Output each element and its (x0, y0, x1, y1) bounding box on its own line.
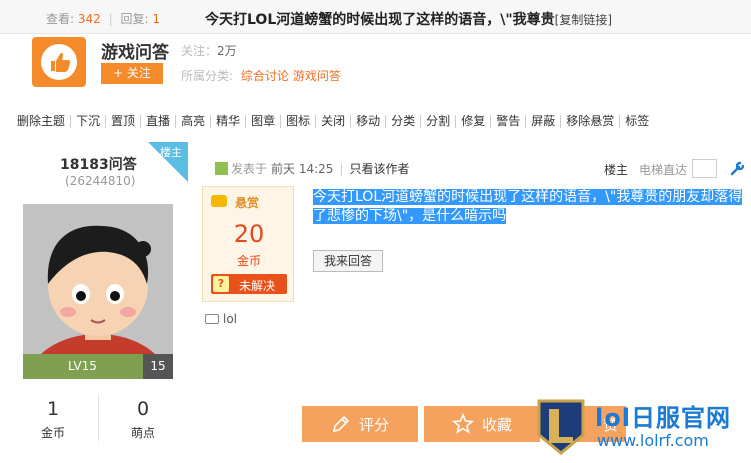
tool-pin[interactable]: 置顶 (105, 115, 140, 128)
rate-label: 评分 (358, 415, 389, 434)
only-author-link[interactable]: 只看该作者 (349, 160, 409, 177)
tool-warn[interactable]: 警告 (490, 115, 525, 128)
tool-live[interactable]: 直播 (140, 115, 175, 128)
category-link[interactable]: 综合讨论 (241, 69, 289, 83)
thread-topbar: 查看: 342 | 回复: 1 今天打LOL河道螃蟹的时候出现了这样的语音，\"… (0, 0, 751, 34)
tool-icon[interactable]: 图标 (280, 115, 315, 128)
post-content-text: 今天打LOL河道螃蟹的时候出现了这样的语音，\"我尊贵的朋友却落得了悲惨的下场\… (313, 189, 743, 224)
owner-tag: 楼主 (148, 142, 188, 182)
unsolved-badge: ? 未解决 (211, 274, 287, 294)
author-id: (26244810) (65, 174, 136, 188)
tool-tags[interactable]: 标签 (619, 115, 654, 128)
tag-icon (205, 314, 219, 324)
star-icon (452, 413, 474, 434)
views-count: 342 (77, 12, 101, 26)
tag-label: lol (223, 312, 238, 326)
pencil-icon (332, 415, 350, 433)
meta-divider: | (339, 161, 344, 176)
bounty-box: 悬赏 20 金币 ? 未解决 (202, 186, 294, 302)
unsolved-label: 未解决 (239, 279, 276, 293)
stats-divider: | (108, 12, 113, 26)
cute-points-stat: 0 萌点 (113, 398, 173, 441)
online-status-icon (215, 162, 228, 175)
forum-category: 所属分类: 综合讨论 游戏问答 (181, 67, 341, 84)
tool-digest[interactable]: 精华 (210, 115, 245, 128)
views-label: 查看: (46, 12, 75, 26)
tool-remove-bounty[interactable]: 移除悬赏 (560, 115, 619, 128)
rate-button[interactable]: 评分 (302, 406, 418, 442)
author-name[interactable]: 18183问答 (60, 154, 137, 174)
level-label: LV15 (68, 359, 97, 373)
stat-divider (98, 395, 99, 441)
post-tag[interactable]: lol (205, 312, 237, 326)
thread-page: 查看: 342 | 回复: 1 今天打LOL河道螃蟹的时候出现了这样的语音，\"… (0, 0, 751, 463)
cute-points-label: 萌点 (130, 426, 155, 440)
answer-button[interactable]: 我来回答 (313, 250, 383, 272)
replies-label: 回复: (120, 12, 149, 26)
gold-ingot-icon (211, 195, 227, 207)
post-content: 今天打LOL河道螃蟹的时候出现了这样的语音，\"我尊贵的朋友却落得了悲惨的下场\… (313, 188, 745, 226)
site-watermark: lol日服官网 www.lolrf.com (535, 397, 751, 463)
thread-title-text: 今天打LOL河道螃蟹的时候出现了这样的语音，\"我尊贵 (205, 12, 555, 28)
bounty-unit: 金币 (236, 254, 261, 268)
posted-label: 发表于 (231, 162, 268, 176)
tool-repair[interactable]: 修复 (455, 115, 490, 128)
tool-delete-thread[interactable]: 删除主题 (17, 115, 70, 128)
category-link[interactable]: 游戏问答 (293, 69, 341, 83)
post-time: 前天 14:25 (271, 162, 334, 176)
replies-count: 1 (152, 12, 160, 26)
tool-move[interactable]: 移动 (350, 115, 385, 128)
thread-title: 今天打LOL河道螃蟹的时候出现了这样的语音，\"我尊贵[复制链接] (205, 9, 612, 29)
tool-classify[interactable]: 分类 (385, 115, 420, 128)
avatar[interactable] (23, 204, 173, 354)
lol-shield-logo-icon (537, 399, 585, 455)
floor-jump-label: 电梯直达 (639, 163, 688, 177)
owner-tag-label: 楼主 (160, 146, 182, 159)
level-bar: LV15 15 (23, 354, 173, 379)
tool-block[interactable]: 屏蔽 (525, 115, 560, 128)
cute-points-value: 0 (136, 398, 150, 420)
avatar-face-icon (23, 204, 173, 354)
tool-split[interactable]: 分割 (420, 115, 455, 128)
bounty-amount: 20 (233, 220, 265, 248)
watermark-name: lol日服官网 (595, 404, 731, 432)
thread-stats: 查看: 342 | 回复: 1 (46, 10, 160, 27)
admin-toolbar: 删除主题 下沉 置顶 直播 高亮 精华 图章 图标 关闭 移动 分类 分割 修复… (17, 115, 654, 128)
tool-highlight[interactable]: 高亮 (175, 115, 210, 128)
category-label: 所属分类: (181, 69, 234, 83)
followers-value: 2万 (217, 44, 237, 58)
thumbs-up-icon (41, 44, 77, 80)
favorite-label: 收藏 (481, 415, 512, 434)
post-meta: 发表于 前天 14:25 | 只看该作者 (215, 160, 409, 177)
bounty-title: 悬赏 (235, 196, 260, 210)
level-number: 15 (143, 354, 173, 379)
follower-count: 关注：2万 (181, 42, 237, 59)
coins-label: 金币 (40, 426, 65, 440)
forum-logo[interactable] (32, 37, 86, 87)
coins-value: 1 (46, 398, 60, 420)
forum-name[interactable]: 游戏问答 (101, 38, 169, 63)
followers-label: 关注： (181, 44, 218, 58)
watermark-url: www.lolrf.com (597, 431, 709, 450)
tool-sink[interactable]: 下沉 (70, 115, 105, 128)
coins-stat: 1 金币 (23, 398, 83, 441)
follow-button[interactable]: + 关注 (101, 63, 163, 84)
floor-label: 楼主 (604, 163, 629, 177)
tool-close[interactable]: 关闭 (315, 115, 350, 128)
favorite-button[interactable]: 收藏 (424, 406, 540, 442)
question-icon: ? (213, 276, 229, 292)
floor-jump-input[interactable] (692, 159, 717, 178)
tool-stamp[interactable]: 图章 (245, 115, 280, 128)
wrench-icon[interactable] (730, 160, 746, 176)
copy-link[interactable]: [复制链接] (555, 13, 612, 27)
